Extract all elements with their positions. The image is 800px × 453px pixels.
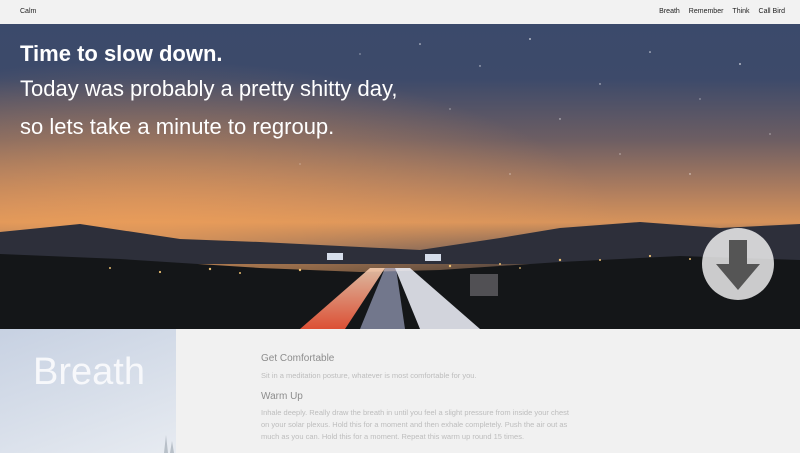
- section-heading-get-comfortable: Get Comfortable: [261, 353, 335, 364]
- nav-link-call-bird[interactable]: Call Bird: [759, 8, 785, 15]
- tree-silhouette-decoration: [164, 435, 174, 453]
- breath-side-panel: Breath: [0, 329, 176, 453]
- main-nav: Breath Remember Think Call Bird: [659, 8, 785, 15]
- nav-link-remember[interactable]: Remember: [689, 8, 724, 15]
- hero-subtitle-line-1: Today was probably a pretty shitty day,: [20, 76, 398, 101]
- top-nav-bar: Calm Breath Remember Think Call Bird: [0, 0, 800, 24]
- arrow-down-icon: [716, 240, 760, 290]
- nav-link-breath[interactable]: Breath: [659, 8, 680, 15]
- warm-up-text-line-3: much as you can. Hold this for a moment.…: [261, 432, 525, 441]
- hero-subtitle-line-2: so lets take a minute to regroup.: [20, 114, 335, 139]
- section-heading-warm-up: Warm Up: [261, 391, 303, 402]
- brand-logo[interactable]: Calm: [20, 8, 36, 15]
- warm-up-text-line-1: Inhale deeply. Really draw the breath in…: [261, 408, 569, 417]
- night-highway-photo: [0, 24, 800, 329]
- section-text-get-comfortable: Sit in a meditation posture, whatever is…: [261, 371, 477, 380]
- hero-section: Time to slow down. Today was probably a …: [0, 24, 800, 329]
- nav-link-think[interactable]: Think: [732, 8, 749, 15]
- warm-up-text-line-2: on your solar plexus. Hold this for a mo…: [261, 420, 568, 429]
- scroll-down-button[interactable]: [702, 228, 774, 300]
- breath-panel-label: Breath: [33, 351, 145, 393]
- hero-title: Time to slow down.: [20, 41, 223, 66]
